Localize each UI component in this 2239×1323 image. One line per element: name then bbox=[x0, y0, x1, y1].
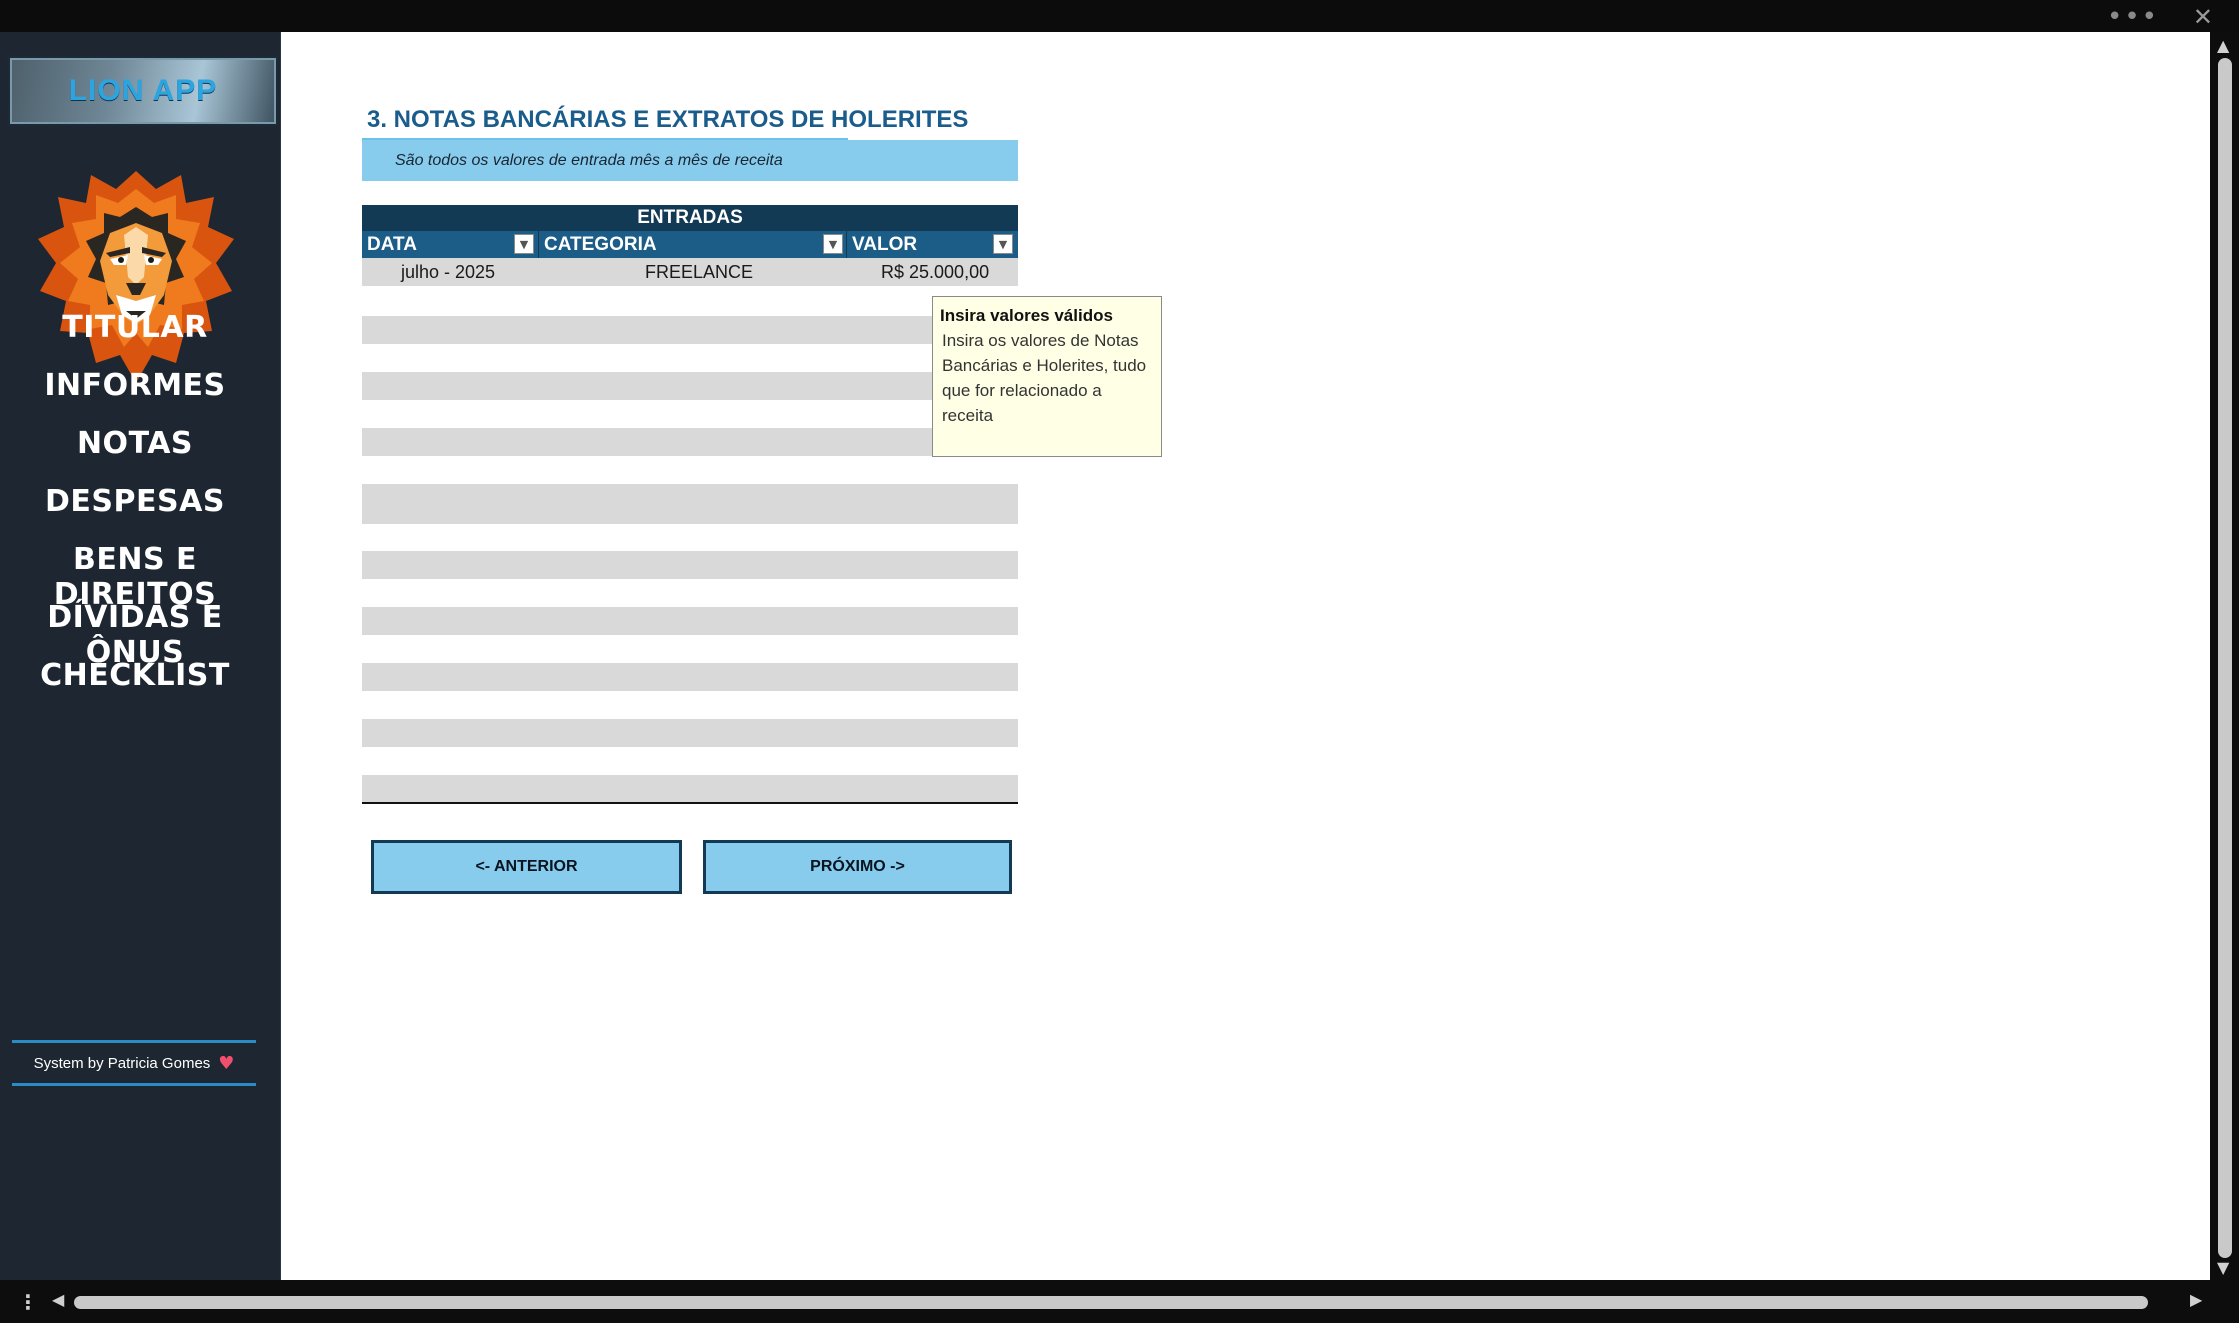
column-header-label: VALOR bbox=[852, 234, 918, 255]
table-row[interactable] bbox=[362, 316, 1018, 344]
column-header-valor: VALOR ▼ bbox=[847, 231, 1018, 258]
horizontal-scrollbar[interactable]: ⋮ ◀ ▶ bbox=[0, 1280, 2239, 1323]
column-header-label: DATA bbox=[367, 234, 417, 255]
table-bottom-border bbox=[362, 802, 1018, 804]
nav-item-despesas[interactable]: DESPESAS bbox=[0, 484, 270, 519]
app-logo-button[interactable]: LION APP bbox=[8, 56, 278, 126]
cell-data[interactable]: julho - 2025 bbox=[401, 258, 495, 286]
scroll-up-icon[interactable]: ▲ bbox=[2217, 36, 2229, 55]
page-title: 3. NOTAS BANCÁRIAS E EXTRATOS DE HOLERIT… bbox=[367, 106, 969, 133]
column-header-data: DATA ▼ bbox=[362, 231, 539, 258]
table-row[interactable] bbox=[362, 663, 1018, 691]
table-header-row: DATA ▼ CATEGORIA ▼ VALOR ▼ bbox=[362, 231, 1018, 258]
table-row[interactable]: julho - 2025 FREELANCE R$ 25.000,00 bbox=[362, 258, 1018, 286]
scroll-down-icon[interactable]: ▼ bbox=[2217, 1258, 2229, 1277]
vertical-scroll-thumb[interactable] bbox=[2218, 58, 2232, 1258]
table-row[interactable] bbox=[362, 551, 1018, 579]
sidebar: LION APP TITULAR INFORMES NOTAS DESPESAS… bbox=[0, 32, 281, 1280]
credit-text: System by Patricia Gomes bbox=[33, 1054, 211, 1072]
table-row[interactable] bbox=[362, 607, 1018, 635]
filter-dropdown-icon[interactable]: ▼ bbox=[823, 234, 843, 254]
app-logo-label: LION APP bbox=[68, 74, 218, 107]
table-row[interactable] bbox=[362, 372, 1018, 400]
nav-item-checklist[interactable]: CHECKLIST bbox=[0, 658, 270, 693]
filter-dropdown-icon[interactable]: ▼ bbox=[514, 234, 534, 254]
vertical-ellipsis-icon[interactable]: ⋮ bbox=[18, 1290, 38, 1314]
scroll-left-icon[interactable]: ◀ bbox=[52, 1290, 64, 1309]
more-options-icon[interactable]: ••• bbox=[2107, 2, 2159, 32]
table-row[interactable] bbox=[362, 484, 1018, 524]
window-titlebar: ••• ✕ bbox=[0, 0, 2239, 32]
credit-banner: System by Patricia Gomes ♥ bbox=[12, 1040, 256, 1086]
close-icon[interactable]: ✕ bbox=[2193, 3, 2213, 31]
subtitle-banner: São todos os valores de entrada mês a mê… bbox=[362, 140, 1018, 181]
tooltip-title: Insira valores válidos bbox=[940, 306, 1113, 325]
lion-head-icon bbox=[38, 171, 234, 383]
horizontal-scroll-thumb[interactable] bbox=[74, 1296, 2148, 1309]
column-header-label: CATEGORIA bbox=[544, 234, 657, 255]
tooltip-body: Insira os valores de Notas Bancárias e H… bbox=[942, 331, 1147, 425]
cell-categoria[interactable]: FREELANCE bbox=[645, 258, 753, 286]
cell-valor[interactable]: R$ 25.000,00 bbox=[881, 258, 989, 286]
table-row[interactable] bbox=[362, 719, 1018, 747]
scroll-right-icon[interactable]: ▶ bbox=[2190, 1290, 2202, 1309]
nav-item-titular[interactable]: TITULAR bbox=[0, 310, 270, 345]
vertical-scrollbar[interactable]: ▲ ▼ bbox=[2210, 32, 2239, 1280]
next-button[interactable]: PRÓXIMO -> bbox=[703, 840, 1012, 894]
input-message-tooltip: Insira valores válidos Insira os valores… bbox=[932, 296, 1162, 457]
heart-icon: ♥ bbox=[218, 1052, 235, 1074]
nav-item-notas[interactable]: NOTAS bbox=[0, 426, 270, 461]
subtitle-text: São todos os valores de entrada mês a mê… bbox=[395, 152, 783, 169]
column-header-categoria: CATEGORIA ▼ bbox=[539, 231, 847, 258]
table-row[interactable] bbox=[362, 428, 1018, 456]
entries-table: ENTRADAS DATA ▼ CATEGORIA ▼ VALOR ▼ julh… bbox=[362, 205, 1018, 286]
nav-item-informes[interactable]: INFORMES bbox=[0, 368, 270, 403]
filter-dropdown-icon[interactable]: ▼ bbox=[993, 234, 1013, 254]
previous-button[interactable]: <- ANTERIOR bbox=[371, 840, 682, 894]
table-title: ENTRADAS bbox=[362, 205, 1018, 231]
table-row[interactable] bbox=[362, 775, 1018, 803]
